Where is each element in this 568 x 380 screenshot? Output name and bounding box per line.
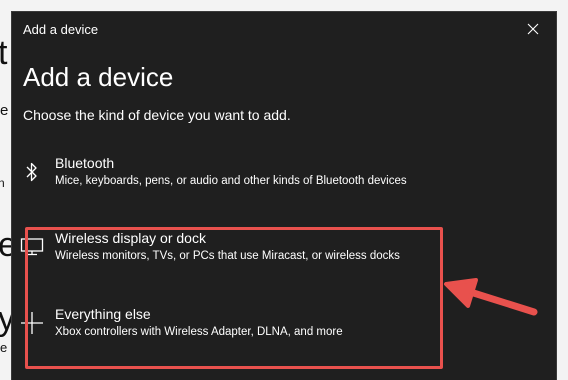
- page-title: Add a device: [23, 62, 174, 92]
- close-icon: [527, 23, 539, 35]
- add-device-dialog: Add a device Add a device Choose the kin…: [12, 12, 556, 380]
- option-title: Bluetooth: [55, 155, 115, 171]
- background-text-fragment: t: [0, 34, 8, 72]
- title-bar[interactable]: Add a device: [12, 12, 556, 46]
- option-description: Mice, keyboards, pens, or audio and othe…: [55, 175, 407, 187]
- arrow-annotation-icon: [444, 278, 538, 316]
- highlight-box: [25, 227, 443, 369]
- close-button[interactable]: [510, 12, 556, 46]
- background-text-fragment: n: [0, 176, 5, 190]
- bluetooth-icon: [20, 159, 44, 185]
- window-title: Add a device: [23, 22, 99, 37]
- option-bluetooth[interactable]: Bluetooth Mice, keyboards, pens, or audi…: [12, 155, 432, 215]
- background-text-fragment: e: [0, 340, 8, 355]
- page-subtitle: Choose the kind of device you want to ad…: [23, 107, 291, 123]
- background-text-fragment: e: [0, 102, 9, 119]
